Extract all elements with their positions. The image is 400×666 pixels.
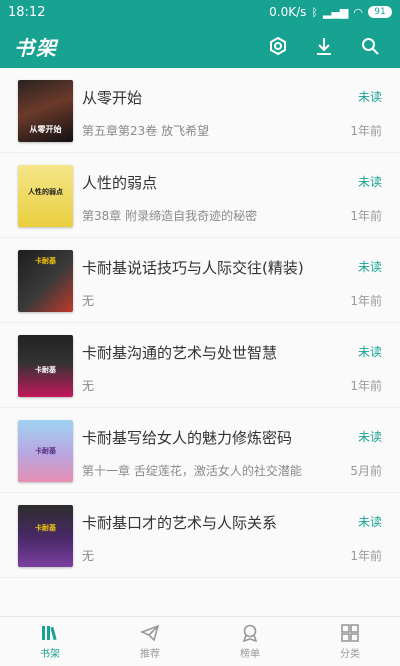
battery-icon: 91 xyxy=(368,6,392,18)
updated-time: 5月前 xyxy=(350,464,382,478)
read-status: 未读 xyxy=(357,260,382,274)
settings-icon xyxy=(270,36,286,56)
read-status: 未读 xyxy=(357,90,382,104)
cover-title: 卡耐基 xyxy=(35,256,56,265)
book-cover: 卡耐基 xyxy=(18,250,73,312)
updated-time: 1年前 xyxy=(350,294,382,308)
book-item[interactable]: 从零开始 从零开始 第五章第23卷 放飞希望 未读 1年前 xyxy=(0,68,400,153)
bluetooth-icon: ᛒ xyxy=(311,5,318,19)
reading-progress: 无 xyxy=(82,549,95,563)
search-icon xyxy=(362,38,379,55)
grid-icon xyxy=(341,623,359,642)
book-title: 卡耐基口才的艺术与人际关系 xyxy=(82,514,278,532)
download-icon xyxy=(317,38,331,55)
book-list: 从零开始 从零开始 第五章第23卷 放飞希望 未读 1年前 人性的弱点 人性的弱… xyxy=(0,68,400,578)
cover-title: 从零开始 xyxy=(29,124,62,134)
book-cover: 卡耐基 xyxy=(18,335,73,397)
status-right: 0.0K/s ᛒ ▂▄▆ ◠ 91 xyxy=(269,5,392,19)
book-title: 从零开始 xyxy=(82,89,143,107)
reading-progress: 第五章第23卷 放飞希望 xyxy=(82,124,210,138)
tab-label: 推荐 xyxy=(140,648,160,660)
status-time: 18:12 xyxy=(8,4,46,20)
tab-label: 榜单 xyxy=(240,648,260,660)
signal-icon: ▂▄▆ xyxy=(323,5,349,19)
updated-time: 1年前 xyxy=(350,549,382,563)
read-status: 未读 xyxy=(357,515,382,529)
search-button[interactable] xyxy=(354,30,386,62)
tab-label: 书架 xyxy=(40,648,60,660)
tab-category[interactable]: 分类 xyxy=(300,617,400,666)
book-title: 卡耐基说话技巧与人际交往(精装) xyxy=(82,259,304,277)
cover-title: 卡耐基 xyxy=(35,446,56,455)
book-title: 人性的弱点 xyxy=(82,174,158,192)
book-cover: 卡耐基 xyxy=(18,505,73,567)
book-cover: 卡耐基 xyxy=(18,420,73,482)
page-title: 书架 xyxy=(14,35,58,60)
read-status: 未读 xyxy=(357,430,382,444)
tab-label: 分类 xyxy=(340,648,360,660)
download-button[interactable] xyxy=(308,30,340,62)
book-cover: 人性的弱点 xyxy=(18,165,73,227)
cover-title: 卡耐基 xyxy=(35,365,56,374)
book-title: 卡耐基写给女人的魅力修炼密码 xyxy=(82,429,293,447)
book-item[interactable]: 卡耐基 卡耐基沟通的艺术与处世智慧 无 未读 1年前 xyxy=(0,323,400,408)
tab-bookshelf[interactable]: 书架 xyxy=(0,617,100,666)
app-bar: 书架 xyxy=(0,24,400,68)
book-item[interactable]: 卡耐基 卡耐基口才的艺术与人际关系 无 未读 1年前 xyxy=(0,493,400,578)
updated-time: 1年前 xyxy=(350,124,382,138)
tab-recommend[interactable]: 推荐 xyxy=(100,617,200,666)
wifi-icon: ◠ xyxy=(353,5,363,19)
settings-button[interactable] xyxy=(262,30,294,62)
book-item[interactable]: 人性的弱点 人性的弱点 第38章 附录缔造自我奇迹的秘密 未读 1年前 xyxy=(0,153,400,238)
tab-ranking[interactable]: 榜单 xyxy=(200,617,300,666)
network-speed: 0.0K/s xyxy=(269,5,307,19)
status-bar: 18:12 0.0K/s ᛒ ▂▄▆ ◠ 91 xyxy=(0,0,400,24)
paper-plane-icon xyxy=(140,624,160,642)
cover-title: 人性的弱点 xyxy=(28,187,63,196)
book-item[interactable]: 卡耐基 卡耐基说话技巧与人际交往(精装) 无 未读 1年前 xyxy=(0,238,400,323)
reading-progress: 第十一章 舌绽莲花，激活女人的社交潜能 xyxy=(82,464,302,478)
read-status: 未读 xyxy=(357,345,382,359)
updated-time: 1年前 xyxy=(350,379,382,393)
updated-time: 1年前 xyxy=(350,209,382,223)
reading-progress: 无 xyxy=(82,379,95,393)
badge-icon xyxy=(242,624,258,642)
book-cover: 从零开始 xyxy=(18,80,73,142)
reading-progress: 第38章 附录缔造自我奇迹的秘密 xyxy=(82,209,258,223)
cover-title: 卡耐基 xyxy=(35,523,56,532)
bookshelf-icon xyxy=(42,625,57,640)
bottom-tab-bar: 书架 推荐 榜单 分类 xyxy=(0,616,400,666)
reading-progress: 无 xyxy=(82,294,95,308)
book-item[interactable]: 卡耐基 卡耐基写给女人的魅力修炼密码 第十一章 舌绽莲花，激活女人的社交潜能 未… xyxy=(0,408,400,493)
book-title: 卡耐基沟通的艺术与处世智慧 xyxy=(82,344,278,362)
read-status: 未读 xyxy=(357,175,382,189)
